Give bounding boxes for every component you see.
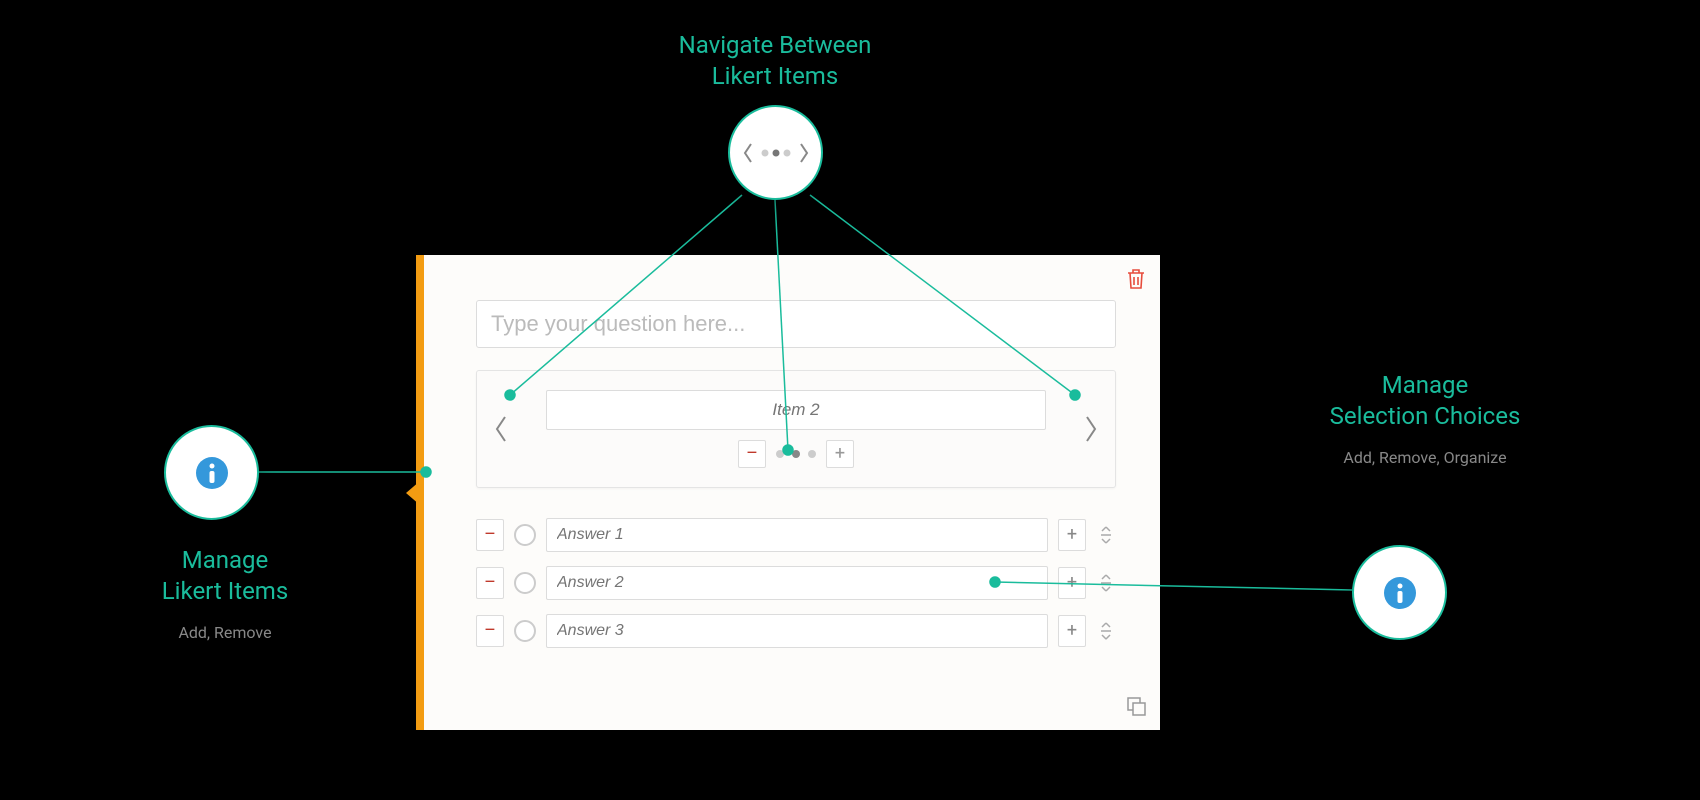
duplicate-question-button[interactable]: [1122, 692, 1150, 720]
choice-text-input[interactable]: [546, 614, 1048, 648]
question-text-input[interactable]: [476, 300, 1116, 348]
choice-row: – +: [476, 611, 1116, 651]
next-item-button[interactable]: [1067, 371, 1115, 487]
item-pager: – +: [738, 440, 854, 468]
add-choice-button[interactable]: +: [1058, 615, 1086, 647]
trash-icon: [1125, 267, 1147, 291]
reorder-choice-handle[interactable]: [1096, 519, 1116, 551]
remove-choice-button[interactable]: –: [476, 567, 504, 599]
likert-item-label-input[interactable]: [546, 390, 1046, 430]
callout-title-line: Manage: [1382, 371, 1469, 399]
add-item-button[interactable]: +: [826, 440, 854, 468]
pager-dot[interactable]: [776, 450, 784, 458]
delete-question-button[interactable]: [1122, 265, 1150, 293]
reorder-icon: [1099, 525, 1113, 545]
callout-title-line: Navigate Between: [679, 31, 872, 59]
callout-subtitle: Add, Remove: [100, 623, 350, 642]
callout-title-line: Manage: [182, 546, 269, 574]
choice-radio-preview: [514, 620, 536, 642]
callout-badge-manage-choices: [1352, 545, 1447, 640]
choice-row: – +: [476, 515, 1116, 555]
callout-title-line: Likert Items: [162, 577, 288, 605]
add-choice-button[interactable]: +: [1058, 519, 1086, 551]
likert-item-navigator: – +: [476, 370, 1116, 488]
callout-badge-navigate: [728, 105, 823, 200]
callout-manage-choices: Manage Selection Choices Add, Remove, Or…: [1275, 370, 1575, 467]
chevron-right-icon: [1083, 415, 1099, 443]
pager-dot[interactable]: [808, 450, 816, 458]
choice-radio-preview: [514, 524, 536, 546]
reorder-choice-handle[interactable]: [1096, 567, 1116, 599]
active-indicator-triangle: [406, 481, 420, 505]
reorder-choice-handle[interactable]: [1096, 615, 1116, 647]
callout-navigate: Navigate Between Likert Items: [600, 30, 950, 92]
question-editor-panel: – + – +: [416, 255, 1160, 730]
callout-badge-manage-items: [164, 425, 259, 520]
remove-choice-button[interactable]: –: [476, 615, 504, 647]
prev-item-button[interactable]: [477, 371, 525, 487]
callout-manage-items: Manage Likert Items Add, Remove: [100, 545, 350, 642]
choice-radio-preview: [514, 572, 536, 594]
remove-choice-button[interactable]: –: [476, 519, 504, 551]
info-icon: [1382, 575, 1418, 611]
callout-title-line: Selection Choices: [1330, 402, 1521, 430]
reorder-icon: [1099, 573, 1113, 593]
pager-dots: [776, 450, 816, 458]
callout-title-line: Likert Items: [712, 62, 838, 90]
chevron-left-icon: [493, 415, 509, 443]
add-choice-button[interactable]: +: [1058, 567, 1086, 599]
choice-text-input[interactable]: [546, 518, 1048, 552]
pager-preview-icon: [741, 138, 811, 168]
pager-dot[interactable]: [792, 450, 800, 458]
remove-item-button[interactable]: –: [738, 440, 766, 468]
choice-row: – +: [476, 563, 1116, 603]
selection-choices-list: – + – + – +: [476, 515, 1116, 651]
choice-text-input[interactable]: [546, 566, 1048, 600]
info-icon: [194, 455, 230, 491]
callout-subtitle: Add, Remove, Organize: [1275, 448, 1575, 467]
reorder-icon: [1099, 621, 1113, 641]
duplicate-icon: [1124, 694, 1148, 718]
item-navigator-center: – +: [525, 390, 1067, 468]
